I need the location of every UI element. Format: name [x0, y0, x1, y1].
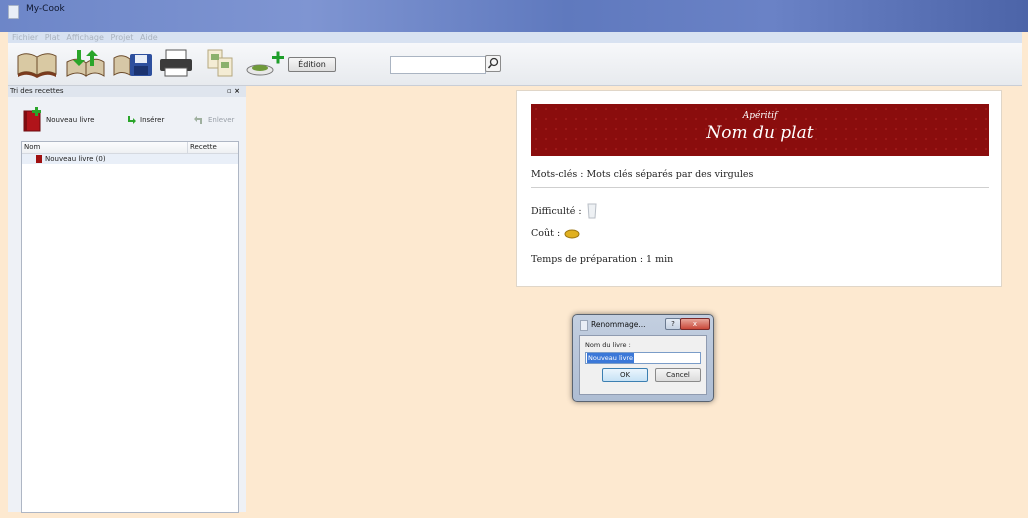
- menu-affichage[interactable]: Affichage: [66, 32, 104, 43]
- save-icon[interactable]: [112, 48, 154, 78]
- divider: [531, 187, 989, 188]
- rename-dialog: Renommage... ? x Nom du livre : Nouveau …: [572, 314, 714, 402]
- recipe-sort-panel: Tri des recettes ▫ × Nouveau livre Insér…: [8, 86, 246, 513]
- cancel-button[interactable]: Cancel: [655, 368, 701, 382]
- menu-fichier[interactable]: Fichier: [12, 32, 38, 43]
- close-panel-icon[interactable]: ×: [234, 87, 240, 95]
- open-book-icon[interactable]: [16, 48, 58, 78]
- prep-time-line: Temps de préparation : 1 min: [531, 254, 674, 265]
- recipe-view: Apéritif Nom du plat Mots-clés : Mots cl…: [246, 86, 1028, 518]
- dish-name: Nom du plat: [706, 123, 814, 143]
- remove-label: Enlever: [208, 116, 235, 124]
- book-tree[interactable]: Nom Recette Nouveau livre (0): [21, 141, 239, 513]
- book-name-input[interactable]: Nouveau livre: [585, 352, 701, 364]
- difficulty-label: Difficulté :: [531, 205, 582, 217]
- cost-label: Coût :: [531, 228, 561, 239]
- panel-controls[interactable]: ▫ ×: [227, 86, 240, 97]
- help-button[interactable]: ?: [665, 318, 681, 330]
- difficulty-line: Difficulté :: [531, 203, 598, 219]
- coin-icon: [564, 229, 580, 238]
- remove-arrow-icon: [194, 116, 202, 124]
- recipe-card: Apéritif Nom du plat Mots-clés : Mots cl…: [516, 90, 1002, 287]
- float-panel-icon[interactable]: ▫: [227, 87, 232, 95]
- search-input[interactable]: [390, 56, 486, 74]
- recipe-category: Apéritif: [742, 111, 778, 121]
- ok-button[interactable]: OK: [602, 368, 648, 382]
- menu-aide[interactable]: Aide: [140, 32, 158, 43]
- cost-line: Coût :: [531, 228, 580, 239]
- dialog-title: Renommage...: [591, 320, 646, 329]
- tree-item-label: Nouveau livre (0): [45, 155, 106, 163]
- edition-button[interactable]: Édition: [288, 57, 336, 72]
- title-bar: My-Cook: [0, 0, 1028, 32]
- panel-header: Tri des recettes ▫ ×: [8, 86, 246, 97]
- tree-header: Nom Recette: [22, 142, 238, 154]
- menu-plat[interactable]: Plat: [45, 32, 60, 43]
- recipe-cards-icon[interactable]: [204, 48, 236, 78]
- dialog-icon: [580, 320, 588, 331]
- menu-projet[interactable]: Projet: [110, 32, 133, 43]
- tree-item[interactable]: Nouveau livre (0): [22, 154, 238, 164]
- keywords-line: Mots-clés : Mots clés séparés par des vi…: [531, 169, 754, 180]
- dialog-body: Nom du livre : Nouveau livre OK Cancel: [579, 335, 707, 395]
- insert-button[interactable]: Insérer: [126, 102, 164, 138]
- column-recipe[interactable]: Recette: [187, 142, 217, 153]
- column-name[interactable]: Nom: [24, 142, 40, 153]
- window-title: My-Cook: [26, 4, 65, 14]
- close-button[interactable]: x: [680, 318, 710, 330]
- panel-title: Tri des recettes: [10, 87, 64, 95]
- difficulty-glass-icon: [587, 203, 597, 219]
- red-book-icon: [23, 107, 41, 132]
- search-icon: [487, 57, 499, 69]
- insert-arrow-icon: [128, 116, 136, 124]
- book-name-value: Nouveau livre: [587, 353, 634, 363]
- recipe-banner: Apéritif Nom du plat: [531, 104, 989, 156]
- toolbar: Édition: [8, 43, 1022, 86]
- new-book-button[interactable]: Nouveau livre: [22, 102, 94, 138]
- import-export-icon[interactable]: [64, 48, 106, 78]
- app-icon: [8, 5, 19, 19]
- search-button[interactable]: [485, 55, 501, 72]
- insert-label: Insérer: [140, 116, 165, 124]
- new-book-label: Nouveau livre: [46, 116, 95, 124]
- book-name-label: Nom du livre :: [585, 341, 631, 349]
- remove-button[interactable]: Enlever: [194, 102, 234, 138]
- book-icon: [36, 155, 42, 163]
- add-dish-icon[interactable]: [246, 48, 286, 78]
- menu-bar: Fichier Plat Affichage Projet Aide: [8, 32, 1022, 43]
- print-icon[interactable]: [158, 48, 194, 78]
